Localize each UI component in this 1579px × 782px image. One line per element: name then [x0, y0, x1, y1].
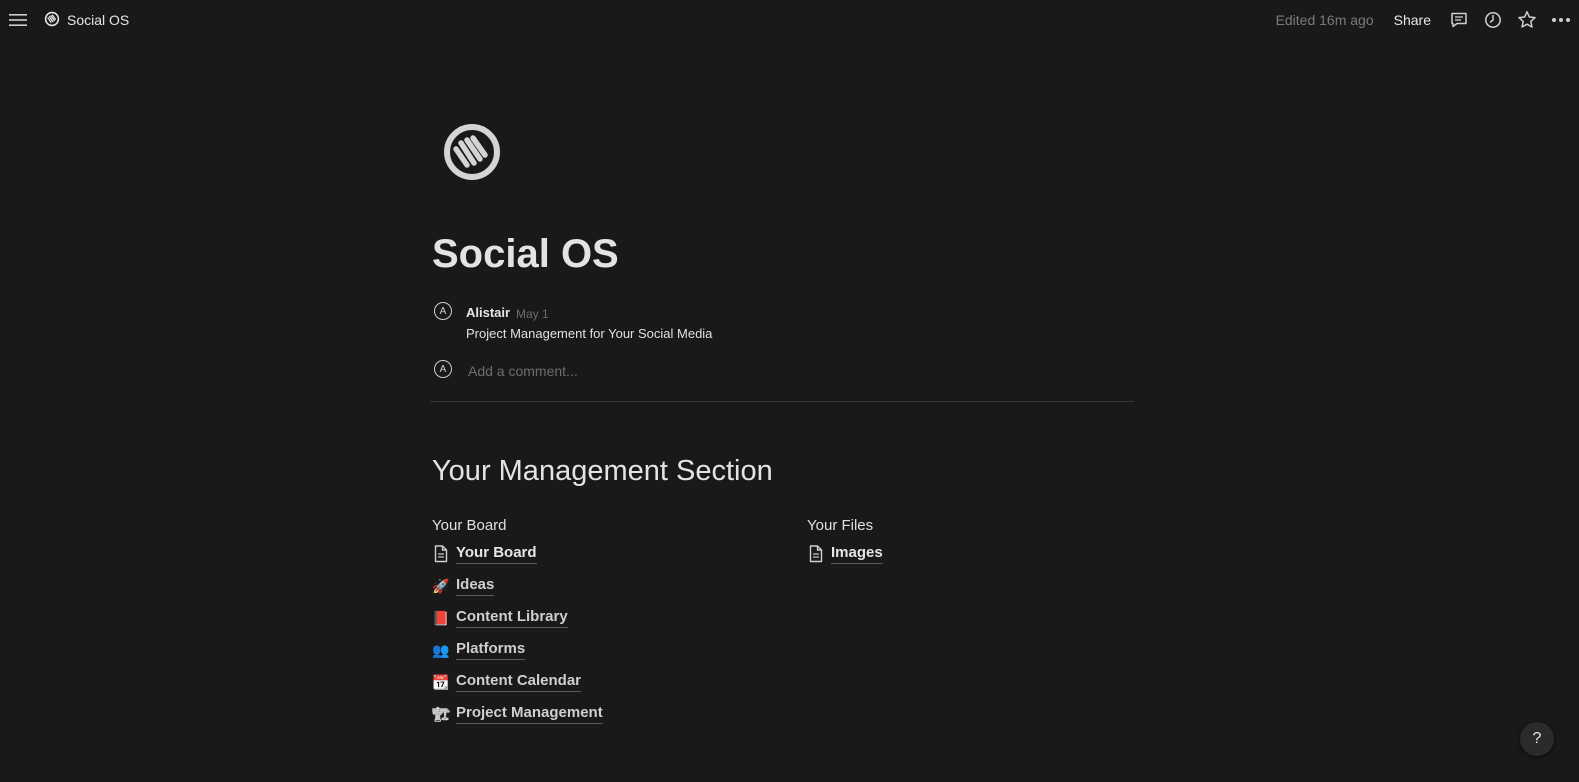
link-content-calendar[interactable]: 📆 Content Calendar — [432, 666, 792, 698]
history-clock-icon[interactable] — [1481, 8, 1505, 32]
comment-author: Alistair — [466, 305, 511, 320]
column-your-files: Your Files Images — [807, 516, 1167, 570]
edited-timestamp: Edited 16m ago — [1275, 12, 1374, 28]
link-label: Platforms — [456, 640, 526, 660]
top-bar: Social OS Edited 16m ago Share — [0, 0, 1579, 40]
add-comment-row[interactable]: A Add a comment... — [434, 360, 1124, 382]
more-options-icon[interactable] — [1549, 8, 1573, 32]
rocket-icon: 🚀 — [432, 577, 450, 594]
breadcrumb[interactable]: Social OS — [44, 11, 129, 30]
document-icon — [807, 545, 825, 563]
share-button[interactable]: Share — [1394, 12, 1431, 28]
add-comment-input[interactable]: Add a comment... — [468, 363, 578, 379]
link-content-library[interactable]: 📕 Content Library — [432, 602, 792, 634]
link-platforms[interactable]: 👥 Platforms — [432, 634, 792, 666]
comments-icon[interactable] — [1447, 8, 1471, 32]
menu-icon[interactable] — [6, 8, 30, 32]
calendar-icon: 📆 — [432, 673, 450, 690]
column-your-board: Your Board Your Board 🚀 Ideas 📕 Content … — [432, 516, 792, 730]
section-heading: Your Management Section — [432, 455, 773, 487]
link-label: Project Management — [456, 704, 603, 724]
top-bar-right: Edited 16m ago Share — [1276, 8, 1573, 32]
document-icon — [432, 545, 450, 563]
column-heading: Your Files — [807, 517, 874, 534]
help-button[interactable]: ? — [1520, 722, 1554, 756]
link-images[interactable]: Images — [807, 538, 1167, 570]
favorite-star-icon[interactable] — [1515, 8, 1539, 32]
divider — [430, 401, 1134, 402]
link-project-management[interactable]: 🏗 Project Management — [432, 698, 792, 730]
avatar: A — [434, 360, 452, 378]
people-icon: 👥 — [432, 641, 450, 658]
page-title[interactable]: Social OS — [432, 228, 619, 280]
avatar: A — [434, 302, 452, 320]
breadcrumb-label: Social OS — [67, 12, 130, 28]
column-heading: Your Board — [432, 517, 507, 534]
link-your-board[interactable]: Your Board — [432, 538, 792, 570]
link-ideas[interactable]: 🚀 Ideas — [432, 570, 792, 602]
link-label: Content Calendar — [456, 672, 582, 692]
link-label: Images — [831, 544, 883, 564]
social-os-logo-icon[interactable] — [442, 122, 502, 182]
top-bar-left: Social OS — [6, 8, 129, 32]
link-label: Content Library — [456, 608, 568, 628]
link-label: Ideas — [456, 576, 495, 596]
book-icon: 📕 — [432, 609, 450, 626]
social-os-logo-icon — [44, 11, 60, 30]
construction-icon: 🏗 — [432, 705, 450, 722]
link-label: Your Board — [456, 544, 537, 564]
comment-text: Project Management for Your Social Media — [466, 326, 713, 341]
comment-date: May 1 — [516, 307, 549, 321]
